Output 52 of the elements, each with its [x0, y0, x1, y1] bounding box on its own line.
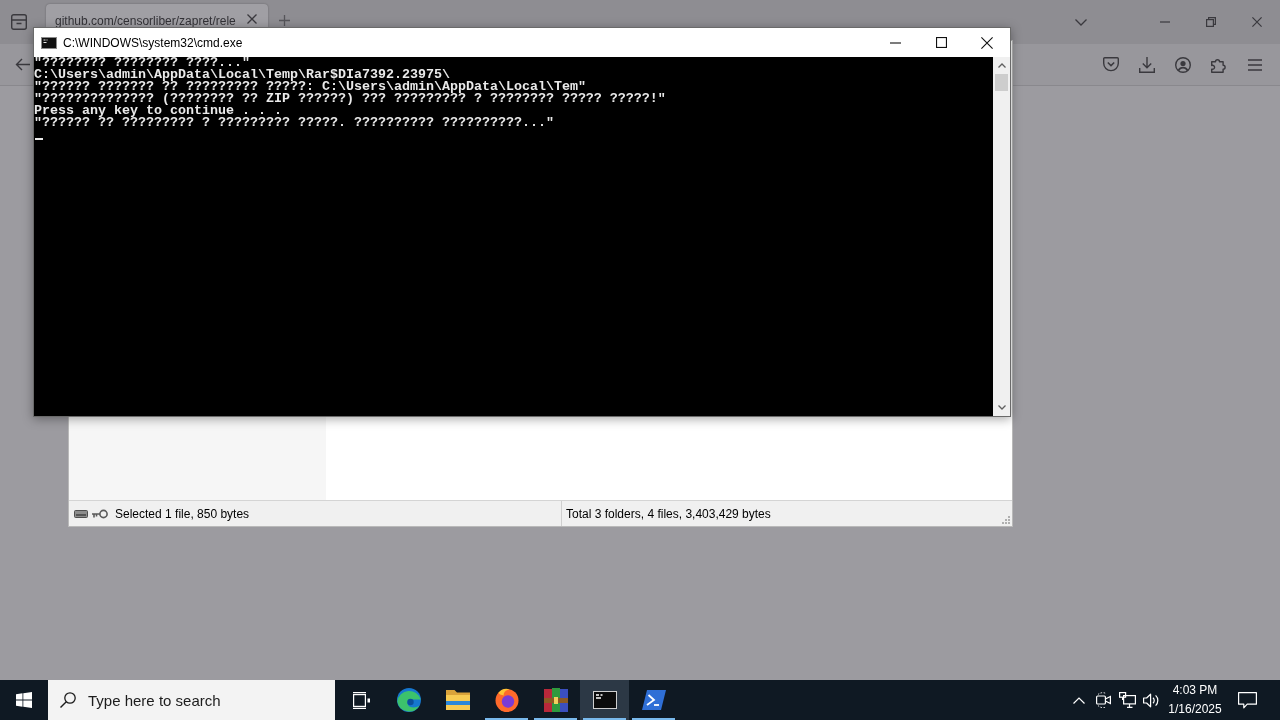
search-icon [60, 692, 76, 708]
console-line: "?????? ??????? ?? ????????? ?????: C:\Users\admin\AppData\Local\Tem" [34, 81, 586, 93]
maximize-icon [935, 37, 947, 48]
chevron-up-icon [997, 63, 1006, 68]
pocket-icon [1103, 57, 1119, 72]
clock-date[interactable]: 1/16/2025 [1168, 701, 1222, 718]
console-line: "???????? ???????? ????..." [34, 57, 250, 69]
key-icon [92, 508, 108, 519]
chevron-up-icon [1073, 696, 1085, 704]
video-camera-icon [1095, 692, 1111, 708]
chevron-down-icon [997, 405, 1006, 410]
search-box[interactable]: Type here to search [48, 680, 335, 720]
taskbar-app-button[interactable] [580, 680, 629, 720]
minimize-icon [889, 41, 901, 44]
console-line: C:\Users\admin\AppData\Local\Temp\Rar$DIa7392.23975\ [34, 69, 450, 81]
window-panes-icon [16, 692, 32, 708]
chat-bubble-icon [1237, 691, 1257, 709]
network-icon [1118, 692, 1136, 708]
flame-globe-icon [494, 688, 519, 712]
close-icon [981, 36, 993, 49]
console-line: "?????????????? (???????? ?? ZIP ??????) ??? ????????? ? ???????? ????? ?????!" [34, 93, 666, 105]
puzzle-piece-icon [1211, 56, 1227, 73]
selection-status: Selected 1 file, 850 bytes [115, 506, 250, 521]
window-title: C:\WINDOWS\system32\cmd.exe [63, 35, 243, 50]
totals-status: Total 3 folders, 4 files, 3,403,429 bytes [566, 506, 771, 521]
prompt-icon [641, 690, 666, 710]
resize-grip-icon[interactable] [1001, 515, 1010, 524]
console-line: "?????? ?? ????????? ? ????????? ?????. ?????????? ??????????..." [34, 117, 554, 129]
terminal-icon [592, 691, 617, 709]
drive-icon [74, 509, 88, 518]
book-stack-icon [543, 688, 568, 712]
back-arrow-icon [14, 58, 30, 71]
search-input[interactable]: Type here to search [88, 691, 335, 709]
account-icon [1175, 56, 1191, 73]
volume-icon [1143, 692, 1159, 708]
text-cursor [35, 138, 43, 140]
close-icon [1252, 17, 1262, 27]
swirl-icon [396, 688, 421, 712]
download-icon [1139, 56, 1155, 73]
scrollbar-thumb[interactable] [995, 74, 1008, 91]
chevron-down-icon [1075, 18, 1087, 26]
restore-icon [1206, 17, 1216, 27]
minimize-icon [1160, 21, 1170, 23]
folder-icon [445, 690, 470, 710]
browser-tab[interactable]: github.com/censorliber/zapret/rele [46, 4, 268, 27]
clock-time[interactable]: 4:03 PM [1172, 682, 1218, 699]
plus-icon [278, 15, 290, 26]
console-line: Press any key to continue . . . [34, 105, 282, 117]
archive-box-icon [11, 14, 27, 30]
terminal-icon [41, 36, 57, 49]
menu-icon [1248, 58, 1262, 71]
close-icon [247, 14, 257, 24]
